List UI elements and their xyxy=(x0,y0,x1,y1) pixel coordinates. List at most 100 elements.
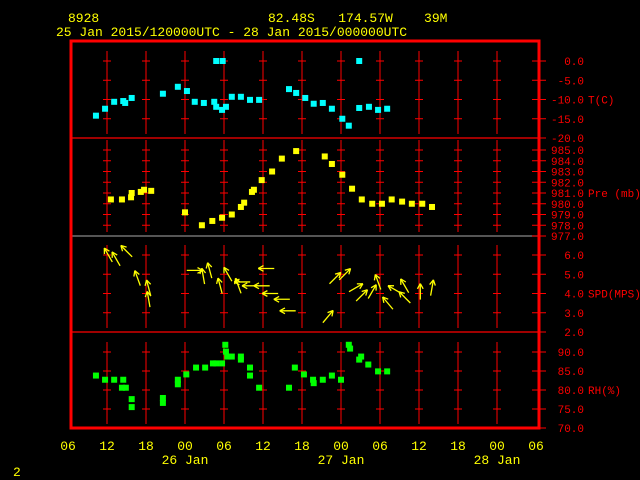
temperature-point xyxy=(286,86,292,93)
y-tick-label: 3.0 xyxy=(564,309,584,321)
temperature-point xyxy=(339,115,346,122)
temperature-point xyxy=(365,103,372,110)
humidity-point xyxy=(128,404,135,411)
temperature-point xyxy=(200,99,207,106)
pressure-point xyxy=(258,177,265,184)
humidity-point xyxy=(102,376,109,383)
temperature-point xyxy=(128,94,135,101)
x-date-label: 26 Jan xyxy=(162,453,209,468)
y-tick-label: 90.0 xyxy=(558,348,584,360)
humidity-point xyxy=(291,364,298,371)
humidity-axis-label: RH(%) xyxy=(588,386,621,398)
pressure-point xyxy=(209,217,216,224)
pressure-point xyxy=(118,196,125,203)
humidity-point xyxy=(347,345,354,352)
x-tick-label: 00 xyxy=(489,439,505,454)
wind-arrow-head xyxy=(373,274,376,281)
pressure-point xyxy=(278,155,285,162)
pressure-point xyxy=(228,211,235,218)
y-tick-label: 6.0 xyxy=(564,251,584,263)
wind-arrow-head xyxy=(215,277,219,285)
pressure-point xyxy=(148,187,155,194)
pressure-point xyxy=(250,186,257,193)
temperature-point xyxy=(111,98,118,105)
page-number: 2 xyxy=(13,465,21,480)
x-tick-label: 12 xyxy=(255,439,271,454)
wind-arrow xyxy=(400,278,410,294)
temperature-point xyxy=(293,89,300,96)
pressure-point xyxy=(293,148,300,155)
pressure-point xyxy=(141,186,148,193)
pressure-point xyxy=(321,153,328,160)
wind-axis-label: SPD(MPS) xyxy=(588,290,640,302)
temperature-point xyxy=(256,96,263,103)
x-tick-label: 18 xyxy=(294,439,310,454)
temperature-axis-label: T(C) xyxy=(588,96,614,108)
wind-arrow-head xyxy=(205,262,209,269)
wind-arrow xyxy=(133,270,141,286)
y-tick-label: -15.0 xyxy=(551,115,584,127)
pressure-point xyxy=(107,196,114,203)
y-tick-label: 977.0 xyxy=(551,232,584,244)
pressure-point xyxy=(128,190,135,196)
wind-arrow xyxy=(273,295,290,303)
pressure-point xyxy=(378,200,385,207)
x-tick-label: 06 xyxy=(528,439,544,454)
wind-arrow-head xyxy=(432,279,436,286)
y-tick-label: 70.0 xyxy=(558,424,584,436)
humidity-point xyxy=(247,372,253,379)
temperature-point xyxy=(213,58,220,64)
wind-arrow xyxy=(215,277,223,294)
pressure-axis-label: Pre (mb) xyxy=(588,189,640,201)
x-date-label: 27 Jan xyxy=(318,453,365,468)
temperature-point xyxy=(102,105,109,112)
y-tick-label: 4.0 xyxy=(564,290,584,302)
temperature-point xyxy=(191,98,198,105)
wind-arrow xyxy=(279,307,296,315)
temperature-point xyxy=(345,122,352,129)
wind-arrow xyxy=(355,289,369,302)
temperature-point xyxy=(247,96,253,103)
humidity-point xyxy=(193,364,200,371)
y-tick-label: 0.0 xyxy=(564,57,584,69)
wind-arrow-head xyxy=(133,270,136,277)
y-tick-label: 2.0 xyxy=(564,328,584,340)
temperature-point xyxy=(375,106,382,113)
wind-arrow xyxy=(429,279,436,296)
humidity-point xyxy=(122,384,129,391)
humidity-point xyxy=(319,376,326,383)
temperature-point xyxy=(356,104,363,111)
temperature-point xyxy=(384,105,391,112)
pressure-point xyxy=(419,200,426,207)
pressure-point xyxy=(219,214,226,221)
y-tick-label: 75.0 xyxy=(558,405,584,417)
temperature-point xyxy=(356,58,363,64)
station-id: 8928 xyxy=(68,11,99,26)
wind-arrow xyxy=(199,267,207,285)
temperature-point xyxy=(159,90,166,97)
humidity-point xyxy=(222,341,229,348)
pressure-point xyxy=(369,200,376,207)
y-tick-label: -10.0 xyxy=(551,96,584,108)
humidity-point xyxy=(120,376,127,383)
wind-arrow xyxy=(398,291,411,304)
pressure-point xyxy=(339,171,346,178)
x-tick-label: 18 xyxy=(138,439,154,454)
time-period: 25 Jan 2015/120000UTC - 28 Jan 2015/0000… xyxy=(56,25,407,40)
humidity-point xyxy=(92,372,99,379)
temperature-point xyxy=(213,103,220,110)
pressure-point xyxy=(388,196,395,203)
pressure-point xyxy=(198,222,205,229)
temperature-point xyxy=(183,88,190,95)
temperature-point xyxy=(219,58,226,64)
humidity-point xyxy=(237,356,244,363)
pressure-point xyxy=(429,203,435,210)
humidity-point xyxy=(228,353,235,360)
wind-arrow xyxy=(348,283,364,293)
x-tick-label: 00 xyxy=(333,439,349,454)
x-date-label: 28 Jan xyxy=(474,453,521,468)
temperature-point xyxy=(302,94,309,101)
temperature-point xyxy=(328,105,335,112)
x-tick-label: 06 xyxy=(60,439,76,454)
humidity-point xyxy=(202,364,209,371)
